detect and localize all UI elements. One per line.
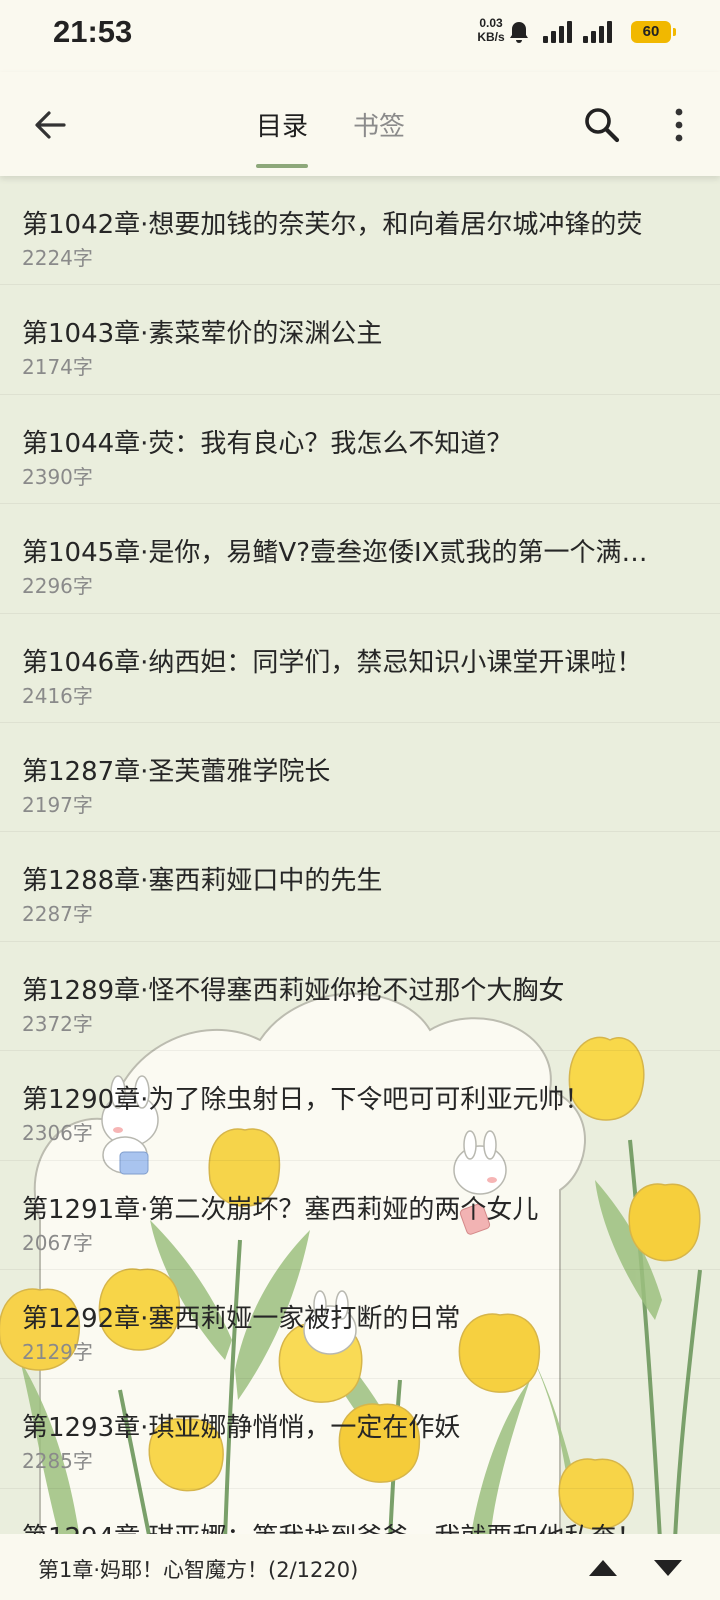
chapter-list: 第1042章·想要加钱的奈芙尔，和向着居尔城冲锋的荧 2224字 第1043章·…	[0, 176, 720, 1534]
chapter-item[interactable]: 第1046章·纳西妲：同学们，禁忌知识小课堂开课啦！ 2416字	[0, 614, 720, 723]
chapter-word-count: 2296字	[22, 574, 93, 599]
chapter-word-count: 2416字	[22, 683, 93, 708]
arrow-left-icon[interactable]	[30, 105, 70, 145]
search-icon[interactable]	[582, 105, 622, 145]
chapter-word-count: 2197字	[22, 792, 93, 817]
chapter-word-count: 2287字	[22, 902, 93, 927]
network-speed: 0.03 KB/s	[474, 16, 508, 44]
status-bar: 21:53 0.03 KB/s 60	[0, 0, 720, 72]
chapter-title: 第1043章·素菜荤价的深渊公主	[22, 319, 383, 350]
chapter-item[interactable]: 第1045章·是你，易鳍V?壹叁迩倭IX贰我的第一个满… 2296字	[0, 504, 720, 614]
network-speed-unit: KB/s	[477, 30, 505, 44]
chapter-item[interactable]: 第1293章·琪亚娜静悄悄，一定在作妖 2285字	[0, 1379, 720, 1489]
triangle-up-icon[interactable]	[586, 1550, 620, 1584]
bottom-bar: 第1章·妈耶！心智魔方！(2/1220)	[0, 1534, 720, 1600]
chapter-item[interactable]: 第1291章·第二次崩坏？塞西莉娅的两个女儿 2067字	[0, 1161, 720, 1270]
chapter-title: 第1288章·塞西莉娅口中的先生	[22, 866, 383, 897]
chapter-title: 第1289章·怪不得塞西莉娅你抢不过那个大胸女	[22, 975, 565, 1006]
chapter-title: 第1294章·琪亚娜：等我找到爸爸，我就要和他私奔！	[22, 1517, 662, 1534]
tab-catalog[interactable]: 目录	[256, 106, 308, 143]
chapter-item[interactable]: 第1294章·琪亚娜：等我找到爸爸，我就要和他私奔！	[0, 1489, 720, 1534]
status-time: 21:53	[53, 14, 133, 49]
chapter-title: 第1044章·荧：我有良心？我怎么不知道？	[22, 428, 513, 459]
chapter-item[interactable]: 第1287章·圣芙蕾雅学院长 2197字	[0, 723, 720, 833]
chapter-item[interactable]: 第1042章·想要加钱的奈芙尔，和向着居尔城冲锋的荧 2224字	[0, 176, 720, 286]
signal-icon	[583, 21, 612, 43]
chapter-item[interactable]: 第1288章·塞西莉娅口中的先生 2287字	[0, 832, 720, 942]
chapter-item[interactable]: 第1290章·为了除虫射日，下令吧可可利亚元帅！ 2306字	[0, 1051, 720, 1161]
chapter-word-count: 2129字	[22, 1339, 93, 1364]
chapter-title: 第1290章·为了除虫射日，下令吧可可利亚元帅！	[22, 1085, 591, 1116]
chapter-title: 第1293章·琪亚娜静悄悄，一定在作妖	[22, 1413, 461, 1444]
network-speed-value: 0.03	[479, 16, 503, 30]
chapter-title: 第1292章·塞西莉娅一家被打断的日常	[22, 1303, 461, 1334]
chapter-item[interactable]: 第1289章·怪不得塞西莉娅你抢不过那个大胸女 2372字	[0, 942, 720, 1052]
chapter-word-count: 2306字	[22, 1121, 93, 1146]
bell-icon	[510, 22, 528, 43]
chapter-word-count: 2390字	[22, 464, 93, 489]
chapter-item[interactable]: 第1292章·塞西莉娅一家被打断的日常 2129字	[0, 1270, 720, 1380]
chapter-title: 第1042章·想要加钱的奈芙尔，和向着居尔城冲锋的荧	[22, 210, 643, 240]
chapter-title: 第1291章·第二次崩坏？塞西莉娅的两个女儿	[22, 1194, 539, 1225]
chapter-item[interactable]: 第1044章·荧：我有良心？我怎么不知道？ 2390字	[0, 395, 720, 505]
chapter-word-count: 2372字	[22, 1011, 93, 1036]
chapter-word-count: 2174字	[22, 355, 93, 380]
battery-level: 60	[631, 21, 676, 43]
app-bar: 目录 书签	[0, 72, 720, 176]
chapter-word-count: 2067字	[22, 1230, 93, 1255]
chapter-word-count: 2224字	[22, 246, 93, 270]
chapter-title: 第1045章·是你，易鳍V?壹叁迩倭IX贰我的第一个满…	[22, 538, 648, 569]
signal-icon	[543, 21, 572, 43]
tab-bookmark[interactable]: 书签	[353, 106, 405, 143]
chapter-word-count: 2285字	[22, 1449, 93, 1474]
chapter-item[interactable]: 第1043章·素菜荤价的深渊公主 2174字	[0, 285, 720, 395]
chapter-title: 第1046章·纳西妲：同学们，禁忌知识小课堂开课啦！	[22, 647, 643, 678]
more-vertical-icon[interactable]	[665, 105, 693, 145]
chapter-title: 第1287章·圣芙蕾雅学院长	[22, 756, 331, 787]
triangle-down-icon[interactable]	[651, 1550, 685, 1584]
tab-indicator	[256, 164, 308, 168]
current-chapter-label[interactable]: 第1章·妈耶！心智魔方！(2/1220)	[38, 1554, 358, 1584]
